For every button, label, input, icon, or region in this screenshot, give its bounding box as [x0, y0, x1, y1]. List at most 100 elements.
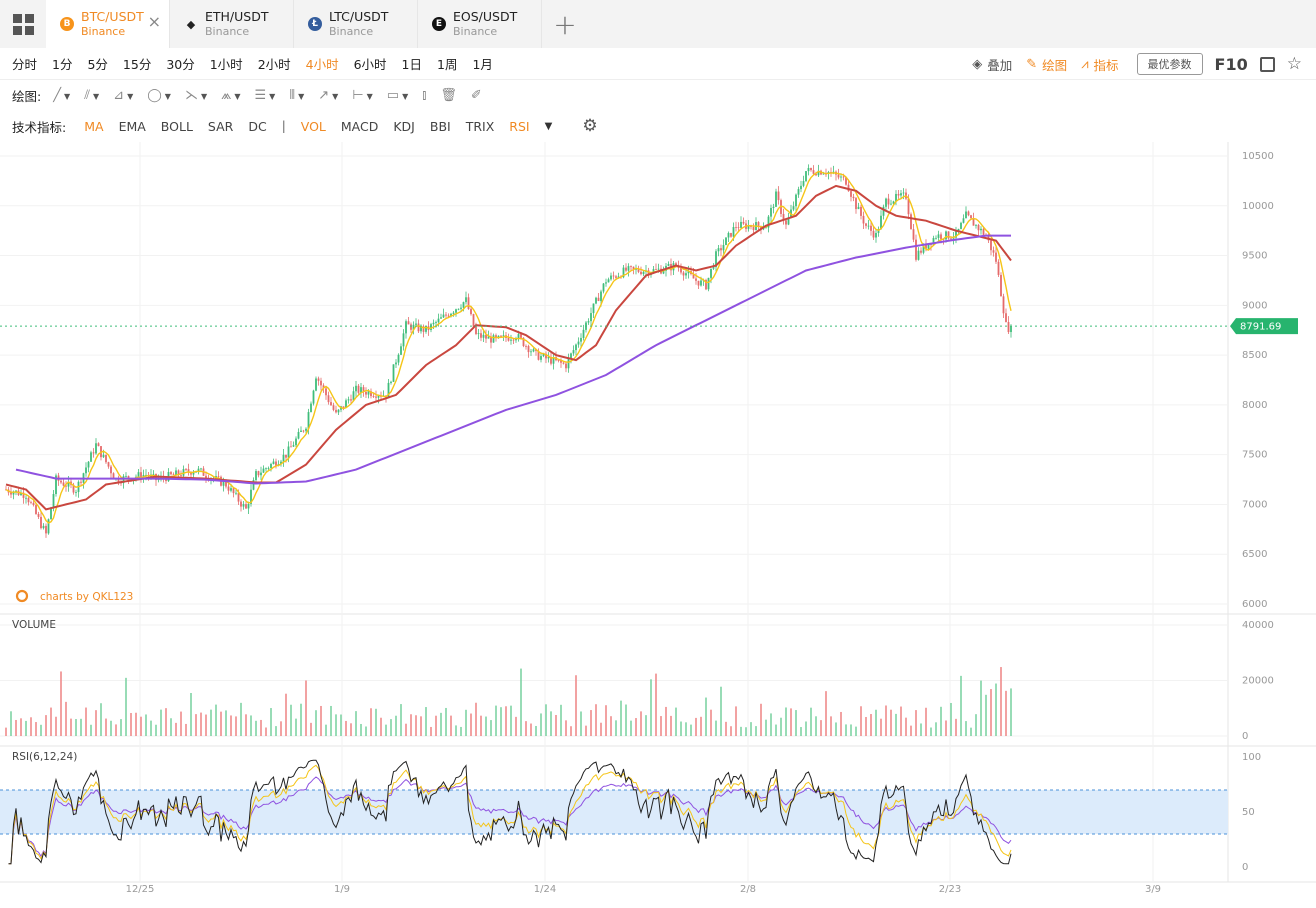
indicator-bbi[interactable]: BBI — [430, 119, 451, 134]
annotation-tool-icon[interactable]: ▭ ▼ — [387, 88, 408, 103]
indicator-kdj[interactable]: KDJ — [393, 119, 415, 134]
volume-bar — [20, 718, 22, 736]
tab-eos-usdt[interactable]: E EOS/USDT Binance — [418, 0, 542, 48]
candle-body — [287, 446, 290, 458]
indicator-ma[interactable]: MA — [84, 119, 103, 134]
volume-bar — [150, 720, 152, 736]
candle-body — [377, 395, 380, 398]
ray-tool-icon[interactable]: ⫽ ▼ — [84, 88, 99, 103]
volume-bar — [910, 725, 912, 736]
candle-body — [775, 191, 777, 207]
price-chart[interactable]: charts by QKL123 VOLUME RSI(6,12,24) 105… — [0, 142, 1316, 908]
indicator-sar[interactable]: SAR — [208, 119, 233, 134]
draw-button[interactable]: ✎ 绘图 — [1026, 55, 1067, 74]
shape-tool-icon[interactable]: ◯ ▼ — [147, 88, 171, 103]
indicator-vol[interactable]: VOL — [301, 119, 326, 134]
candle-body — [630, 266, 632, 267]
f10-button[interactable]: F10 — [1215, 55, 1248, 74]
indicator-ema[interactable]: EMA — [119, 119, 146, 134]
candle-body — [502, 335, 505, 337]
candle-body — [60, 480, 62, 483]
candle-body — [772, 206, 775, 208]
indicator-trix[interactable]: TRIX — [466, 119, 495, 134]
candle-body — [970, 215, 972, 219]
pattern-tool-icon[interactable]: ⩕ ▼ — [221, 88, 240, 103]
period-1mo[interactable]: 1月 — [472, 54, 492, 73]
candle-body — [342, 406, 345, 408]
candle-body — [740, 221, 742, 228]
period-fenshi[interactable]: 分时 — [12, 54, 37, 73]
tab-eth-usdt[interactable]: ◆ ETH/USDT Binance — [170, 0, 294, 48]
period-1m[interactable]: 1分 — [52, 54, 72, 73]
indicator-rsi[interactable]: RSI — [509, 119, 529, 134]
candle-body — [237, 492, 240, 502]
period-2h[interactable]: 2小时 — [258, 54, 291, 73]
indicator-macd[interactable]: MACD — [341, 119, 378, 134]
volume-bar — [775, 724, 777, 736]
period-1w[interactable]: 1周 — [437, 54, 457, 73]
candle-body — [185, 469, 187, 470]
star-icon[interactable]: ☆ — [1287, 54, 1302, 74]
volume-bar — [950, 702, 952, 736]
volume-bar — [430, 726, 432, 736]
candle-body — [527, 346, 530, 353]
close-tab-icon[interactable]: × — [148, 12, 161, 31]
tab-btc-usdt[interactable]: B BTC/USDT Binance × — [46, 0, 170, 48]
trash-icon[interactable]: 🗑 — [440, 88, 457, 103]
volume-bar — [290, 704, 292, 736]
period-15m[interactable]: 15分 — [123, 54, 151, 73]
pen-tool-icon[interactable]: ✐ — [471, 88, 482, 103]
candle-body — [797, 189, 800, 195]
candle-body — [330, 402, 332, 406]
period-5m[interactable]: 5分 — [87, 54, 107, 73]
fib-tool-icon[interactable]: ☰ ▼ — [255, 88, 276, 103]
volume-bar — [455, 725, 457, 736]
volume-bar — [355, 711, 357, 736]
candle-body — [572, 350, 575, 354]
candle-body — [1002, 296, 1005, 314]
polyline-tool-icon[interactable]: ⋋ ▼ — [185, 88, 207, 103]
tab-ltc-usdt[interactable]: Ł LTC/USDT Binance — [294, 0, 418, 48]
measure-tool-icon[interactable]: ⊢ ▼ — [352, 88, 372, 103]
line-tool-icon[interactable]: ╱ ▼ — [53, 88, 70, 103]
volume-bar — [380, 717, 382, 736]
gann-tool-icon[interactable]: ⦀ ▼ — [289, 88, 304, 103]
candle-body — [87, 461, 90, 468]
candle-body — [40, 516, 42, 529]
bars-tool-icon[interactable]: ⫾ — [422, 88, 426, 103]
candle-body — [267, 467, 270, 469]
period-6h[interactable]: 6小时 — [354, 54, 387, 73]
fullscreen-icon[interactable] — [1259, 56, 1275, 72]
channel-tool-icon[interactable]: ⊿ ▼ — [113, 88, 133, 103]
indicator-dropdown-icon[interactable]: ▼ — [545, 121, 553, 132]
price-tick-label: 7000 — [1242, 499, 1267, 510]
volume-bar — [400, 704, 402, 736]
price-tick-label: 10500 — [1242, 151, 1274, 162]
candle-body — [25, 497, 27, 499]
price-tick-label: 8000 — [1242, 400, 1267, 411]
volume-bar — [685, 722, 687, 736]
period-30m[interactable]: 30分 — [166, 54, 194, 73]
best-params-button[interactable]: 最优参数 — [1136, 53, 1203, 75]
arrow-tool-icon[interactable]: ↗ ▼ — [318, 88, 338, 103]
volume-bar — [960, 675, 962, 736]
overlay-button[interactable]: ◈ 叠加 — [972, 55, 1012, 74]
candle-body — [407, 321, 410, 325]
volume-bar — [70, 718, 72, 736]
period-1d[interactable]: 1日 — [402, 54, 422, 73]
indicator-boll[interactable]: BOLL — [161, 119, 193, 134]
period-1h[interactable]: 1小时 — [210, 54, 243, 73]
indicator-dc[interactable]: DC — [248, 119, 266, 134]
layout-grid-icon[interactable] — [0, 0, 46, 48]
period-4h[interactable]: 4小时 — [306, 54, 339, 73]
candle-body — [355, 385, 357, 392]
volume-bar — [615, 720, 617, 736]
add-tab-button[interactable]: + — [542, 0, 588, 48]
volume-bar — [620, 700, 622, 736]
candle-body — [335, 409, 337, 413]
indicator-button[interactable]: ⩘ 指标 — [1081, 55, 1118, 74]
price-tick-label: 6000 — [1242, 599, 1267, 610]
gear-icon[interactable]: ⚙ — [582, 116, 597, 136]
candle-body — [260, 472, 262, 476]
candle-body — [75, 492, 77, 493]
